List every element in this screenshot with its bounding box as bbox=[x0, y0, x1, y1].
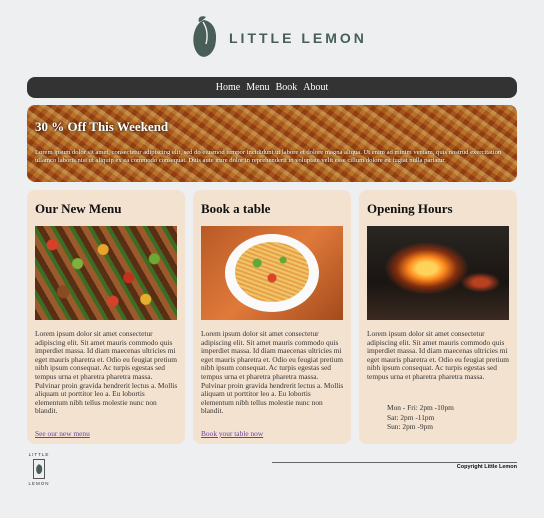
hero-title: 30 % Off This Weekend bbox=[35, 119, 169, 134]
card-opening-hours: Opening Hours Lorem ipsum dolor sit amet… bbox=[359, 190, 517, 444]
card-book-table: Book a table Lorem ipsum dolor sit amet … bbox=[193, 190, 351, 444]
footer-lemon-icon bbox=[33, 459, 45, 479]
nav-about[interactable]: About bbox=[303, 82, 328, 93]
hours-saturday: Sat: 2pm -11pm bbox=[387, 412, 435, 422]
copyright-text: Copyright Little Lemon bbox=[456, 464, 517, 470]
footer-logo-bottom: LEMON bbox=[28, 481, 50, 486]
noodles-image bbox=[201, 226, 343, 320]
brand-logo[interactable]: LITTLE LEMON bbox=[189, 14, 379, 62]
card-title: Opening Hours bbox=[367, 201, 453, 216]
hero-banner: 30 % Off This Weekend Lorem ipsum dolor … bbox=[27, 105, 517, 182]
hours-sunday: Sun: 2pm -9pm bbox=[387, 422, 433, 432]
hero-text: Lorem ipsum dolor sit amet, consectetur … bbox=[35, 149, 502, 164]
nav-book[interactable]: Book bbox=[276, 82, 298, 93]
main-nav: Home Menu Book About bbox=[27, 77, 517, 98]
footer-logo[interactable]: LITTLE LEMON bbox=[27, 452, 51, 494]
brand-name: LITTLE LEMON bbox=[229, 30, 367, 46]
card-text: Lorem ipsum dolor sit amet consectetur a… bbox=[35, 329, 178, 416]
kitchen-image bbox=[367, 226, 509, 320]
card-title: Our New Menu bbox=[35, 201, 122, 216]
kebab-image bbox=[35, 226, 177, 320]
card-title: Book a table bbox=[201, 201, 271, 216]
hours-weekday: Mon - Fri: 2pm -10pm bbox=[387, 403, 454, 412]
footer-logo-top: LITTLE bbox=[28, 452, 50, 457]
card-text: Lorem ipsum dolor sit amet consectetur a… bbox=[367, 329, 510, 381]
footer-divider bbox=[272, 462, 517, 463]
nav-home[interactable]: Home bbox=[216, 82, 240, 93]
card-text: Lorem ipsum dolor sit amet consectetur a… bbox=[201, 329, 344, 416]
book-table-link[interactable]: Book your table now bbox=[201, 429, 263, 438]
pasta-background-image bbox=[27, 105, 517, 182]
nav-menu[interactable]: Menu bbox=[246, 82, 269, 93]
lemon-logo-icon bbox=[193, 16, 217, 57]
opening-hours-list: Mon - Fri: 2pm -10pm Sat: 2pm -11pm Sun:… bbox=[387, 403, 454, 432]
see-menu-link[interactable]: See our new menu bbox=[35, 429, 90, 438]
card-new-menu: Our New Menu Lorem ipsum dolor sit amet … bbox=[27, 190, 185, 444]
